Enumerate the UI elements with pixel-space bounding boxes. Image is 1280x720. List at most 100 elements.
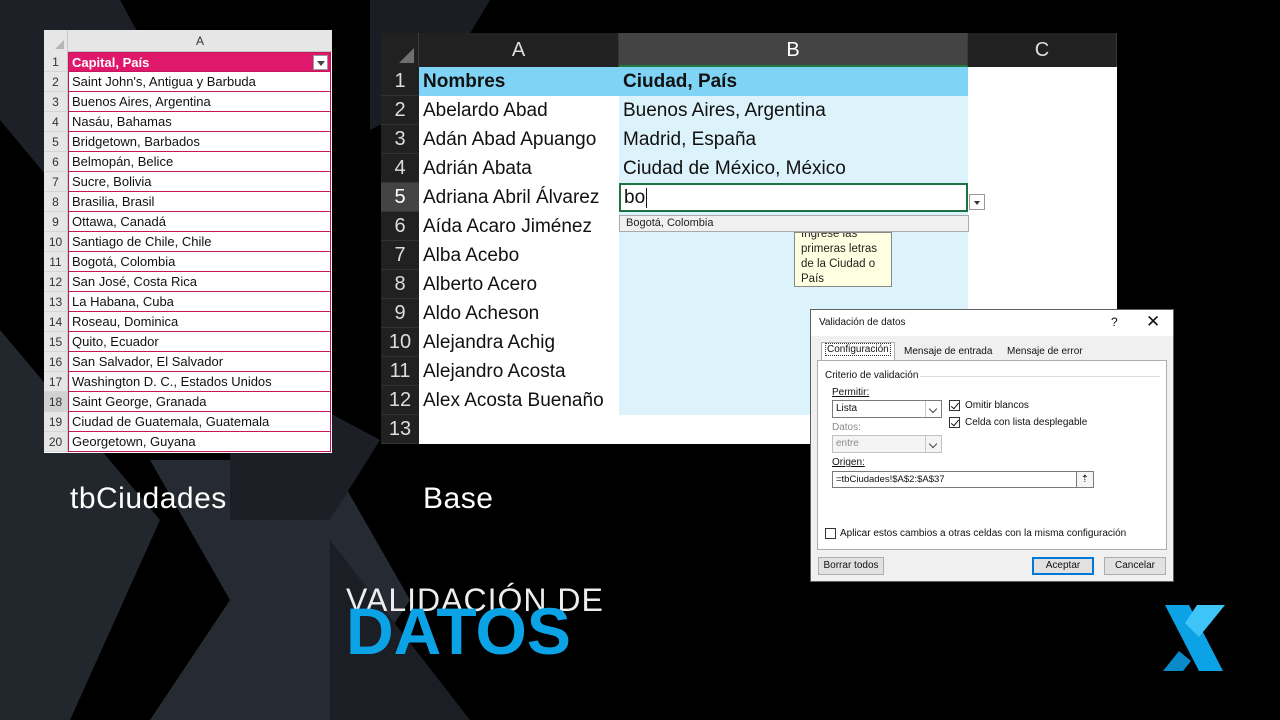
table-cell[interactable]: Bogotá, Colombia (68, 252, 331, 272)
row-number[interactable]: 3 (381, 125, 419, 154)
row-number[interactable]: 1 (44, 52, 68, 72)
row-number[interactable]: 7 (381, 241, 419, 270)
cell-nombre[interactable]: Abelardo Abad (419, 96, 619, 125)
datos-select[interactable]: entre (832, 435, 942, 453)
row-number[interactable]: 5 (381, 183, 419, 212)
table-cell[interactable]: Belmopán, Belice (68, 152, 331, 172)
row-number[interactable]: 13 (44, 292, 68, 312)
cell-ciudad[interactable]: Ciudad, País (619, 67, 968, 96)
celda-lista-checkbox[interactable] (949, 417, 960, 428)
table-cell[interactable]: La Habana, Cuba (68, 292, 331, 312)
row-number[interactable]: 8 (44, 192, 68, 212)
datos-label: Datos: (832, 422, 861, 433)
table-cell[interactable]: Ciudad de Guatemala, Guatemala (68, 412, 331, 432)
dropdown-arrow-button[interactable] (969, 194, 985, 210)
cell-nombre[interactable]: Adán Abad Apuango (419, 125, 619, 154)
tab-mensaje-error[interactable]: Mensaje de error (1004, 345, 1086, 361)
omitir-blancos-checkbox[interactable] (949, 400, 960, 411)
select-all-corner[interactable] (44, 30, 68, 52)
cell-nombre[interactable]: Alba Acebo (419, 241, 619, 270)
row-number[interactable]: 15 (44, 332, 68, 352)
cell-ciudad[interactable]: Ciudad de México, México (619, 154, 968, 183)
row-number[interactable]: 11 (381, 357, 419, 386)
table-cell[interactable]: Sucre, Bolivia (68, 172, 331, 192)
cell-nombre[interactable]: Alejandro Acosta (419, 357, 619, 386)
cell-nombre[interactable]: Adriana Abril Álvarez (419, 183, 619, 212)
row-number[interactable]: 9 (381, 299, 419, 328)
select-all-corner[interactable] (381, 33, 419, 67)
tab-configuracion[interactable]: Configuración (821, 342, 895, 361)
table-cell[interactable]: Nasáu, Bahamas (68, 112, 331, 132)
row-number[interactable]: 12 (381, 386, 419, 415)
row-number[interactable]: 8 (381, 270, 419, 299)
row-number[interactable]: 17 (44, 372, 68, 392)
row-number[interactable]: 11 (44, 252, 68, 272)
table-cell[interactable]: Buenos Aires, Argentina (68, 92, 331, 112)
table-cell[interactable]: San Salvador, El Salvador (68, 352, 331, 372)
column-header-c[interactable]: C (968, 33, 1117, 67)
column-header-a[interactable]: A (68, 30, 332, 52)
cell-ciudad[interactable]: Madrid, España (619, 125, 968, 154)
close-button[interactable]: ✕ (1146, 312, 1160, 332)
column-header-b[interactable]: B (619, 33, 968, 67)
cell-nombre[interactable]: Aída Acaro Jiménez (419, 212, 619, 241)
cell-nombre[interactable]: Aldo Acheson (419, 299, 619, 328)
table-cell[interactable]: Washington D. C., Estados Unidos (68, 372, 331, 392)
row-number[interactable]: 3 (44, 92, 68, 112)
aceptar-button[interactable]: Aceptar (1032, 557, 1094, 575)
autocomplete-suggestion[interactable]: Bogotá, Colombia (619, 215, 969, 232)
tab-mensaje-entrada[interactable]: Mensaje de entrada (901, 345, 995, 361)
row-number[interactable]: 4 (381, 154, 419, 183)
aplicar-checkbox[interactable] (825, 528, 836, 539)
cell-nombre[interactable]: Alejandra Achig (419, 328, 619, 357)
cell-text: Buenos Aires, Argentina (72, 94, 211, 109)
column-header-a[interactable]: A (419, 33, 619, 67)
row-number[interactable]: 6 (381, 212, 419, 241)
row-number[interactable]: 2 (44, 72, 68, 92)
row-number[interactable]: 12 (44, 272, 68, 292)
row-number[interactable]: 6 (44, 152, 68, 172)
origen-input[interactable]: =tbCiudades!$A$2:$A$37 (832, 471, 1088, 488)
table-cell[interactable]: Roseau, Dominica (68, 312, 331, 332)
row-number[interactable]: 16 (44, 352, 68, 372)
row-number[interactable]: 10 (44, 232, 68, 252)
collapse-dialog-icon[interactable]: ⇡ (1076, 471, 1094, 488)
table-cell[interactable]: Georgetown, Guyana (68, 432, 331, 452)
row-number[interactable]: 4 (44, 112, 68, 132)
table-cell[interactable]: Santiago de Chile, Chile (68, 232, 331, 252)
row-number[interactable]: 20 (44, 432, 68, 452)
table-cell[interactable]: Bridgetown, Barbados (68, 132, 331, 152)
permitir-select[interactable]: Lista (832, 400, 942, 418)
table-row: 9 Ottawa, Canadá (44, 212, 332, 232)
table-header-cell[interactable]: Capital, País (68, 52, 331, 72)
row-number[interactable]: 2 (381, 96, 419, 125)
table-ciudades-sheet: A 1 Capital, País 2 Saint John's, Antigua y… (44, 30, 332, 453)
table-cell[interactable]: San José, Costa Rica (68, 272, 331, 292)
borrar-todos-button[interactable]: Borrar todos (818, 557, 884, 575)
cancelar-button[interactable]: Cancelar (1104, 557, 1166, 575)
row-number[interactable]: 1 (381, 67, 419, 96)
cell-nombre[interactable]: Alex Acosta Buenaño (419, 386, 619, 415)
table-cell[interactable]: Saint John's, Antigua y Barbuda (68, 72, 331, 92)
row-number[interactable]: 13 (381, 415, 419, 444)
row-number[interactable]: 18 (44, 392, 68, 412)
table-cell[interactable]: Brasilia, Brasil (68, 192, 331, 212)
row-number[interactable]: 19 (44, 412, 68, 432)
cell-nombre[interactable]: Adrián Abata (419, 154, 619, 183)
cell-nombre[interactable] (419, 415, 619, 444)
cell-nombre[interactable]: Alberto Acero (419, 270, 619, 299)
row-number[interactable]: 9 (44, 212, 68, 232)
table-cell[interactable]: Saint George, Granada (68, 392, 331, 412)
title-line-2: DATOS (346, 594, 571, 668)
row-number[interactable]: 7 (44, 172, 68, 192)
help-button[interactable]: ? (1111, 315, 1118, 329)
active-cell-editor[interactable]: bo (619, 183, 968, 212)
cell-nombre[interactable]: Nombres (419, 67, 619, 96)
table-cell[interactable]: Quito, Ecuador (68, 332, 331, 352)
filter-dropdown-icon[interactable] (313, 55, 328, 70)
row-number[interactable]: 5 (44, 132, 68, 152)
table-cell[interactable]: Ottawa, Canadá (68, 212, 331, 232)
row-number[interactable]: 14 (44, 312, 68, 332)
cell-ciudad[interactable]: Buenos Aires, Argentina (619, 96, 968, 125)
row-number[interactable]: 10 (381, 328, 419, 357)
